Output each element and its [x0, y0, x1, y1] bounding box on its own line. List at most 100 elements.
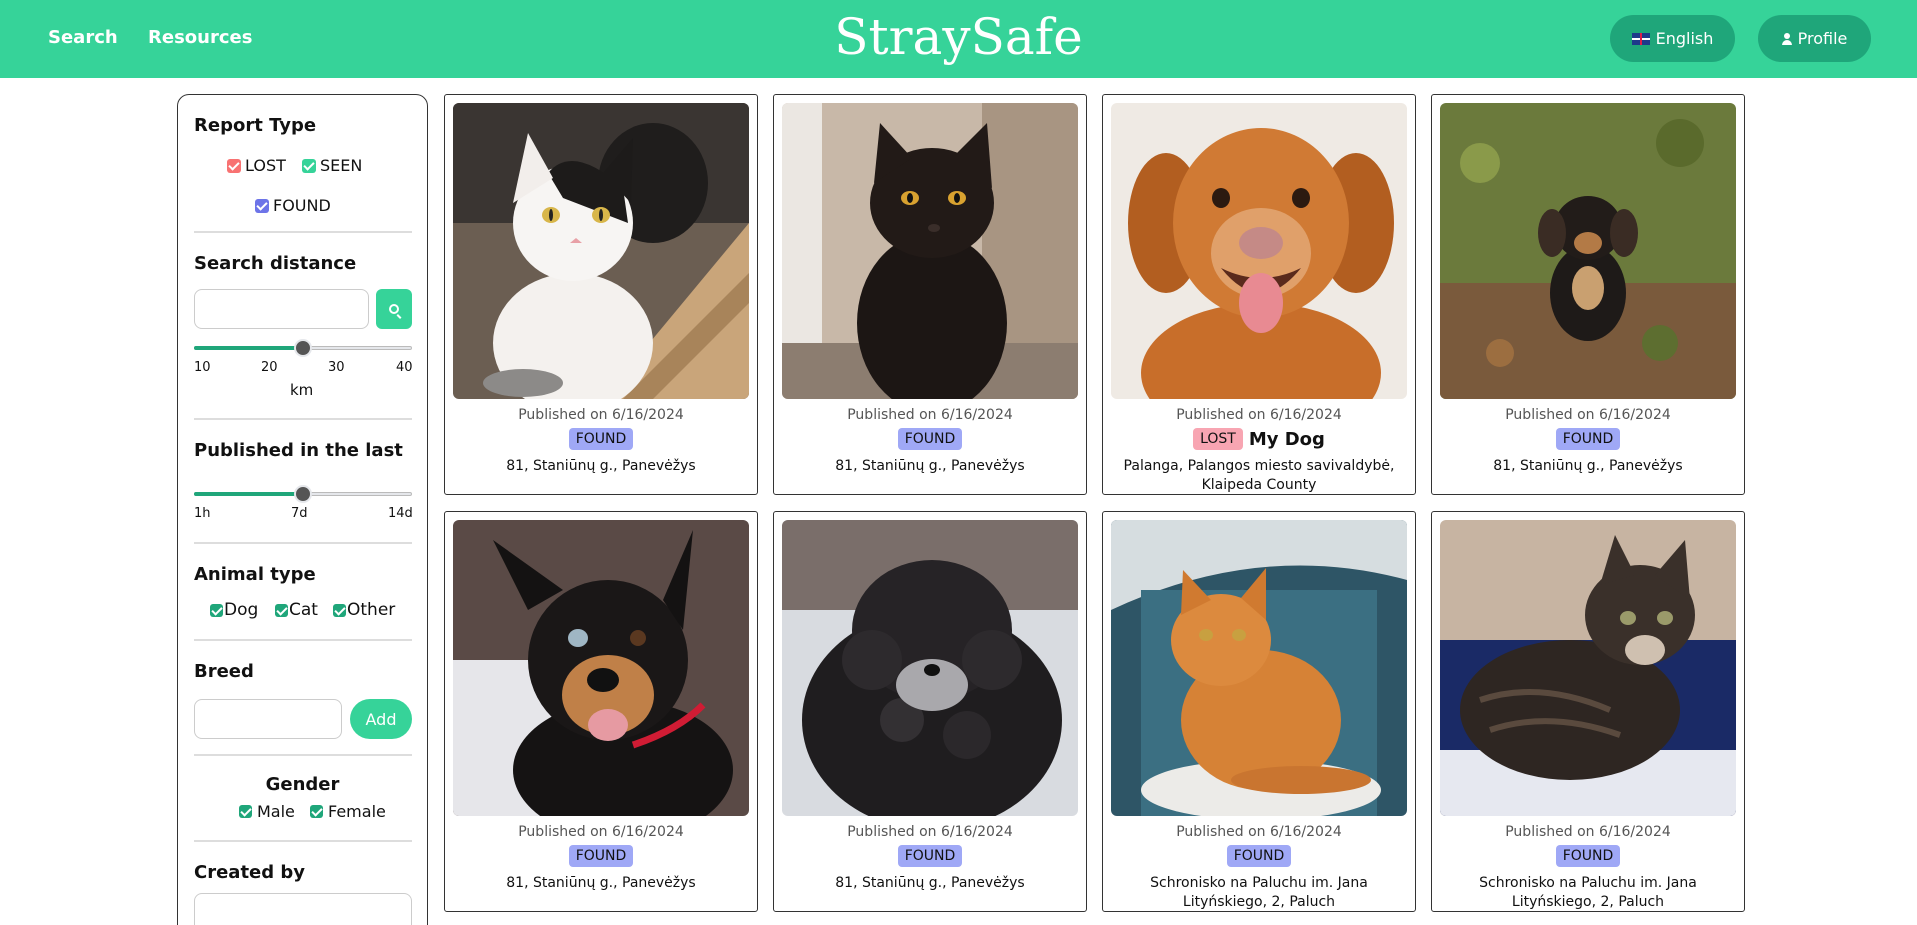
- distance-tick: 30: [328, 360, 345, 375]
- distance-slider[interactable]: [194, 338, 412, 358]
- checkbox-label: SEEN: [320, 156, 363, 175]
- report-card[interactable]: Published on 6/16/2024 FOUND Schronisko …: [1102, 511, 1416, 912]
- divider: [194, 840, 412, 842]
- check-icon: [310, 805, 323, 818]
- profile-button[interactable]: Profile: [1758, 15, 1871, 62]
- card-address: Schronisko na Paluchu im. Jana Lityńskie…: [1479, 875, 1697, 910]
- published-date: Published on 6/16/2024: [518, 824, 684, 840]
- card-address: 81, Staniūnų g., Panevėžys: [835, 458, 1025, 474]
- check-icon: [255, 198, 269, 213]
- divider: [194, 639, 412, 641]
- checkbox-other[interactable]: Other: [333, 600, 395, 620]
- published-tick: 7d: [291, 506, 308, 521]
- pet-photo: [1440, 103, 1736, 399]
- distance-search-input[interactable]: [194, 289, 369, 329]
- card-address: 81, Staniūnų g., Panevėžys: [1493, 458, 1683, 474]
- card-title: My Dog: [1248, 428, 1325, 450]
- check-icon: [239, 805, 252, 818]
- report-card[interactable]: Published on 6/16/2024 FOUND Schronisko …: [1431, 511, 1745, 912]
- checkbox-female[interactable]: Female: [310, 802, 386, 821]
- check-icon: [210, 603, 223, 617]
- checkbox-label: LOST: [245, 156, 286, 175]
- checkbox-label: Other: [347, 600, 396, 620]
- magnifier-icon: [389, 304, 399, 314]
- search-distance-title: Search distance: [194, 253, 357, 274]
- divider: [194, 754, 412, 756]
- status-badge: FOUND: [1226, 845, 1292, 867]
- pet-photo: [1111, 520, 1407, 816]
- card-address: Schronisko na Paluchu im. Jana Lityńskie…: [1150, 875, 1368, 910]
- created-by-input[interactable]: [194, 893, 412, 925]
- status-badge: FOUND: [568, 845, 634, 867]
- nav-link-search[interactable]: Search: [48, 27, 118, 48]
- breed-title: Breed: [194, 661, 254, 682]
- pet-photo: [453, 520, 749, 816]
- pet-photo: [1111, 103, 1407, 399]
- published-tick: 14d: [388, 506, 413, 521]
- add-breed-button[interactable]: Add: [350, 699, 412, 739]
- pet-photo: [782, 520, 1078, 816]
- published-date: Published on 6/16/2024: [1505, 407, 1671, 423]
- status-badge: FOUND: [1555, 428, 1621, 450]
- checkbox-lost[interactable]: LOST: [227, 156, 286, 175]
- top-navbar: Search Resources StraySafe English Profi…: [0, 0, 1917, 78]
- language-label: English: [1655, 29, 1714, 48]
- checkbox-label: Cat: [289, 600, 318, 620]
- status-badge: FOUND: [568, 428, 634, 450]
- report-card[interactable]: Published on 6/16/2024 LOST My Dog Palan…: [1102, 94, 1416, 495]
- pet-photo: [782, 103, 1078, 399]
- published-date: Published on 6/16/2024: [847, 407, 1013, 423]
- animal-type-title: Animal type: [194, 564, 316, 585]
- check-icon: [302, 158, 316, 173]
- published-title: Published in the last: [194, 440, 403, 461]
- breed-input[interactable]: [194, 699, 342, 739]
- checkbox-found[interactable]: FOUND: [255, 196, 331, 215]
- gender-title: Gender: [265, 774, 340, 795]
- distance-search-button[interactable]: [376, 289, 412, 329]
- card-address: Palanga, Palangos miesto savivaldybė, Kl…: [1123, 458, 1395, 493]
- published-slider-thumb[interactable]: [294, 485, 312, 503]
- check-icon: [333, 603, 346, 617]
- report-card[interactable]: Published on 6/16/2024 FOUND 81, Staniūn…: [773, 94, 1087, 495]
- divider: [194, 418, 412, 420]
- published-date: Published on 6/16/2024: [1176, 824, 1342, 840]
- checkbox-label: Dog: [224, 600, 259, 620]
- divider: [194, 231, 412, 233]
- report-card[interactable]: Published on 6/16/2024 FOUND 81, Staniūn…: [773, 511, 1087, 912]
- published-tick: 1h: [194, 506, 211, 521]
- status-badge: FOUND: [897, 845, 963, 867]
- check-icon: [275, 603, 288, 617]
- status-badge: FOUND: [1555, 845, 1621, 867]
- checkbox-label: FOUND: [273, 196, 331, 215]
- created-by-title: Created by: [194, 862, 306, 883]
- card-address: 81, Staniūnų g., Panevėžys: [835, 875, 1025, 891]
- distance-slider-thumb[interactable]: [294, 339, 312, 357]
- distance-tick: 20: [261, 360, 278, 375]
- report-card[interactable]: Published on 6/16/2024 FOUND 81, Staniūn…: [1431, 94, 1745, 495]
- checkbox-seen[interactable]: SEEN: [302, 156, 362, 175]
- pet-photo: [1440, 520, 1736, 816]
- check-icon: [227, 158, 241, 173]
- published-date: Published on 6/16/2024: [1176, 407, 1342, 423]
- published-date: Published on 6/16/2024: [518, 407, 684, 423]
- pet-photo: [453, 103, 749, 399]
- report-card[interactable]: Published on 6/16/2024 FOUND 81, Staniūn…: [444, 94, 758, 495]
- report-card[interactable]: Published on 6/16/2024 FOUND 81, Staniūn…: [444, 511, 758, 912]
- checkbox-cat[interactable]: Cat: [275, 600, 318, 620]
- distance-tick: 40: [396, 360, 413, 375]
- published-date: Published on 6/16/2024: [847, 824, 1013, 840]
- filter-sidebar: Report Type LOST SEEN FOUND Search dista…: [177, 94, 428, 925]
- checkbox-label: Male: [257, 802, 295, 821]
- language-button[interactable]: English: [1610, 15, 1735, 62]
- status-badge: FOUND: [897, 428, 963, 450]
- card-address: 81, Staniūnų g., Panevėžys: [506, 458, 696, 474]
- checkbox-dog[interactable]: Dog: [210, 600, 258, 620]
- status-badge: LOST: [1193, 428, 1243, 450]
- divider: [194, 542, 412, 544]
- checkbox-male[interactable]: Male: [239, 802, 295, 821]
- published-slider[interactable]: [194, 484, 412, 504]
- published-date: Published on 6/16/2024: [1505, 824, 1671, 840]
- distance-unit: km: [290, 381, 314, 399]
- nav-link-resources[interactable]: Resources: [148, 27, 252, 48]
- profile-label: Profile: [1797, 29, 1848, 48]
